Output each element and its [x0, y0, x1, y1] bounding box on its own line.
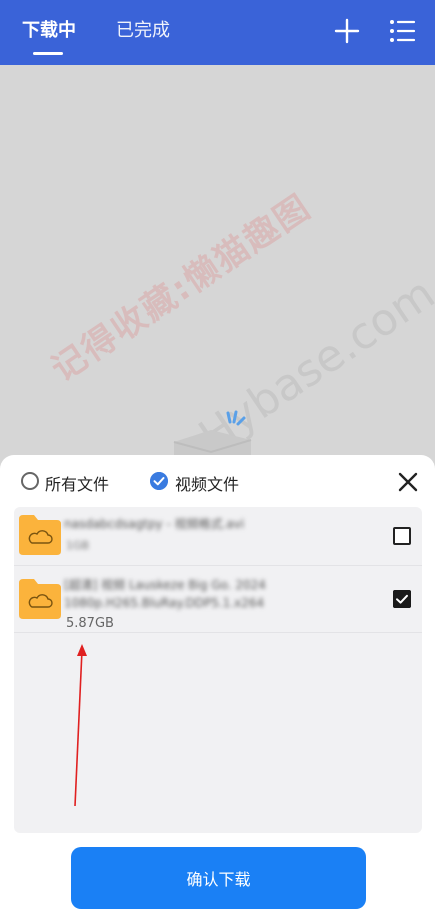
confirm-download-button[interactable]: 确认下载 [71, 847, 366, 909]
top-bar: 下载中 已完成 [0, 0, 435, 65]
file-name: nasdabcdsagtpy - 视频格式.avi [64, 517, 245, 531]
file-name: [超清] 视频 Lauskeze Big Go. 2024 1080p.H265… [64, 578, 266, 610]
tab-downloading[interactable]: 下载中 [22, 16, 76, 42]
radio-all-files[interactable] [21, 472, 39, 490]
file-checkbox[interactable] [393, 527, 411, 545]
file-row[interactable]: nasdabcdsagtpy - 视频格式.avi 1GB [14, 507, 422, 566]
file-size: 5.87GB [66, 616, 114, 631]
tab-completed[interactable]: 已完成 [116, 16, 170, 42]
file-type-filter: 所有文件 视频文件 [0, 455, 435, 507]
annotation-arrow [74, 644, 87, 807]
all-files-label[interactable]: 所有文件 [45, 471, 109, 495]
file-checkbox-checked[interactable] [393, 590, 411, 608]
file-row[interactable]: [超清] 视频 Lauskeze Big Go. 2024 1080p.H265… [14, 566, 422, 633]
list-icon[interactable] [388, 17, 416, 45]
cloud-folder-icon [19, 515, 61, 555]
video-files-label[interactable]: 视频文件 [175, 471, 239, 495]
radio-video-files[interactable] [150, 472, 168, 490]
active-tab-indicator [33, 52, 63, 55]
file-size: 1GB [66, 539, 90, 552]
plus-icon[interactable] [334, 18, 360, 44]
close-icon[interactable] [398, 472, 418, 492]
cloud-folder-icon [19, 579, 61, 619]
